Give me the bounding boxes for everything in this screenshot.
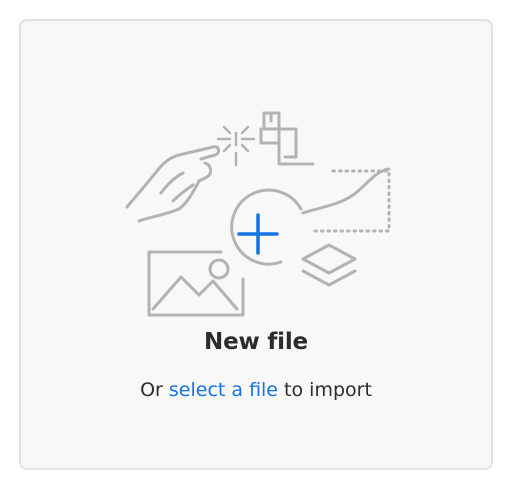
layers-icon: [301, 243, 357, 287]
new-file-illustration: [125, 111, 391, 317]
import-suffix: to import: [278, 379, 372, 401]
curve-path-icon: [301, 167, 391, 233]
plus-circle-icon: [230, 188, 303, 266]
new-file-title: New file: [204, 329, 308, 355]
crop-icon: [259, 111, 315, 166]
select-file-link[interactable]: select a file: [169, 379, 278, 401]
image-icon: [147, 250, 245, 317]
new-file-dropzone[interactable]: New file Or select a file to import: [19, 19, 493, 470]
sparkle-icon: [216, 125, 256, 167]
import-prefix: Or: [140, 379, 169, 401]
hand-pointer-icon: [125, 145, 221, 223]
import-instructions: Or select a file to import: [21, 379, 491, 401]
